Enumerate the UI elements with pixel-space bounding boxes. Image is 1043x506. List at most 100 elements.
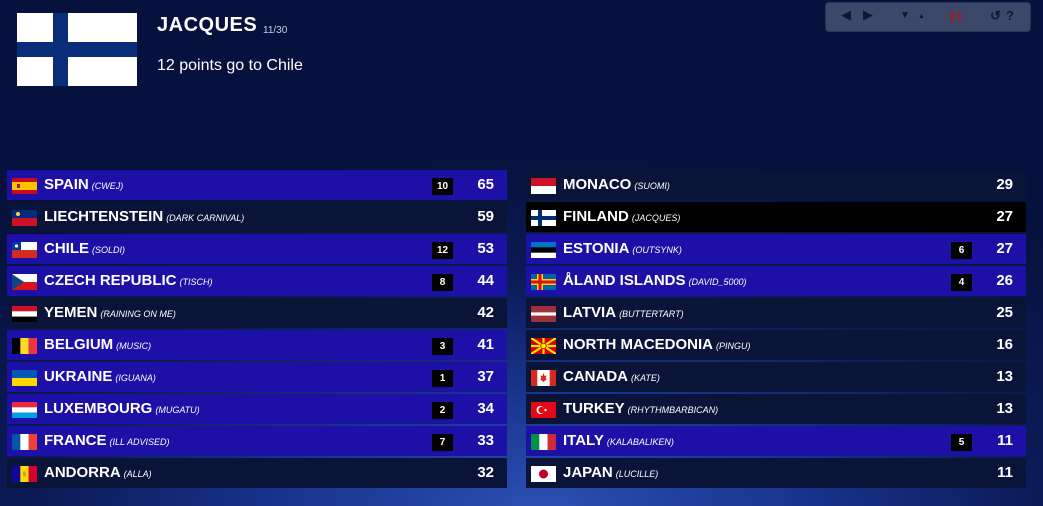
country-name: CANADA (KATE) — [563, 368, 660, 385]
total-score: 27 — [996, 240, 1013, 257]
total-score: 29 — [996, 176, 1013, 193]
next-button[interactable]: ▶ — [863, 7, 873, 23]
country-label: MONACO — [563, 176, 632, 193]
aland-flag-icon — [531, 274, 556, 290]
country-name: LATVIA (BUTTERTART) — [563, 304, 684, 321]
country-label: LIECHTENSTEIN — [44, 208, 164, 225]
total-score: 13 — [996, 368, 1013, 385]
country-label: JAPAN — [563, 464, 613, 481]
scoreboard-row: LUXEMBOURG (MUGATU) 2 34 — [7, 394, 507, 424]
country-label: ESTONIA — [563, 240, 630, 257]
country-label: FRANCE — [44, 432, 107, 449]
andorra-flag-icon — [12, 466, 37, 482]
total-score: 59 — [477, 208, 494, 225]
total-score: 27 — [996, 208, 1013, 225]
italy-flag-icon — [531, 434, 556, 450]
user-label: (SOLDI) — [92, 245, 126, 255]
user-label: (RAINING ON ME) — [100, 309, 176, 319]
points-badge: 7 — [432, 434, 453, 451]
turkey-flag-icon — [531, 402, 556, 418]
monaco-flag-icon — [531, 178, 556, 194]
help-button[interactable]: ? — [1006, 8, 1014, 23]
finland-flag-icon — [531, 210, 556, 226]
country-name: ITALY (KALABALIKEN) — [563, 432, 674, 449]
user-label: (SUOMI) — [634, 181, 670, 191]
sort-up-button[interactable]: ▲ — [918, 13, 925, 20]
previous-button[interactable]: ◀ — [841, 7, 851, 23]
playback-controls: ◀ ▶ ▼ ▲ ↺ ? — [826, 3, 1030, 31]
scoreboard-row: BELGIUM (MUSIC) 3 41 — [7, 330, 507, 360]
country-label: SPAIN — [44, 176, 89, 193]
scoreboard-row: TURKEY (RHYTHMBARBICAN) 13 — [526, 394, 1026, 424]
scoreboard-right-column: MONACO (SUOMI) 29 FINLAND (JACQUES) 27 ESTONIA… — [526, 170, 1026, 490]
country-name: SPAIN (CWEJ) — [44, 176, 123, 193]
points-badge: 1 — [432, 370, 453, 387]
total-score: 53 — [477, 240, 494, 257]
points-badge: 5 — [951, 434, 972, 451]
belgium-flag-icon — [12, 338, 37, 354]
user-label: (MUGATU) — [155, 405, 200, 415]
points-badge: 2 — [432, 402, 453, 419]
points-announcement: 12 points go to Chile — [157, 57, 303, 74]
scoreboard-row: FINLAND (JACQUES) 27 — [526, 202, 1026, 232]
czech-flag-icon — [12, 274, 37, 290]
points-badge: 4 — [951, 274, 972, 291]
country-name: MONACO (SUOMI) — [563, 176, 670, 193]
scoreboard-row: SPAIN (CWEJ) 10 65 — [7, 170, 507, 200]
total-score: 25 — [996, 304, 1013, 321]
country-name: TURKEY (RHYTHMBARBICAN) — [563, 400, 718, 417]
juror-name: JACQUES — [157, 14, 258, 36]
macedonia-flag-icon — [531, 338, 556, 354]
user-label: (LUCILLE) — [615, 469, 659, 479]
chile-flag-icon — [12, 242, 37, 258]
scoreboard-row: YEMEN (RAINING ON ME) 42 — [7, 298, 507, 328]
reset-button[interactable]: ↺ — [990, 8, 1001, 24]
total-score: 26 — [996, 272, 1013, 289]
scoreboard-row: NORTH MACEDONIA (PINGU) 16 — [526, 330, 1026, 360]
finland-flag-icon — [17, 13, 137, 86]
scoreboard-row: ANDORRA (ALLA) 32 — [7, 458, 507, 488]
sort-down-button[interactable]: ▼ — [900, 10, 910, 21]
canada-flag-icon — [531, 370, 556, 386]
pause-button[interactable] — [950, 11, 962, 23]
vote-progress: 11/30 — [263, 25, 288, 36]
points-badge: 3 — [432, 338, 453, 355]
country-label: CHILE — [44, 240, 89, 257]
country-label: CZECH REPUBLIC — [44, 272, 177, 289]
scoreboard-row: MONACO (SUOMI) 29 — [526, 170, 1026, 200]
points-badge: 8 — [432, 274, 453, 291]
user-label: (PINGU) — [716, 341, 751, 351]
country-label: TURKEY — [563, 400, 625, 417]
country-name: JAPAN (LUCILLE) — [563, 464, 658, 481]
country-label: ITALY — [563, 432, 604, 449]
user-label: (ILL ADVISED) — [109, 437, 170, 447]
country-name: CZECH REPUBLIC (TISCH) — [44, 272, 213, 289]
luxembourg-flag-icon — [12, 402, 37, 418]
country-label: CANADA — [563, 368, 628, 385]
total-score: 32 — [477, 464, 494, 481]
scoreboard-left-column: SPAIN (CWEJ) 10 65 LIECHTENSTEIN (DARK CARNIV… — [7, 170, 507, 490]
total-score: 13 — [996, 400, 1013, 417]
total-score: 33 — [477, 432, 494, 449]
scoreboard-row: JAPAN (LUCILLE) 11 — [526, 458, 1026, 488]
points-badge: 10 — [432, 178, 453, 195]
latvia-flag-icon — [531, 306, 556, 322]
user-label: (TISCH) — [179, 277, 213, 287]
country-label: FINLAND — [563, 208, 629, 225]
country-name: ÅLAND ISLANDS (DAVID_5000) — [563, 272, 747, 289]
total-score: 41 — [477, 336, 494, 353]
country-name: ESTONIA (OUTSYNK) — [563, 240, 682, 257]
country-label: ÅLAND ISLANDS — [563, 272, 686, 289]
total-score: 42 — [477, 304, 494, 321]
total-score: 11 — [997, 464, 1013, 481]
scoreboard-row: CHILE (SOLDI) 12 53 — [7, 234, 507, 264]
user-label: (DAVID_5000) — [688, 277, 747, 287]
country-name: UKRAINE (IGUANA) — [44, 368, 156, 385]
country-label: UKRAINE — [44, 368, 113, 385]
user-label: (JACQUES) — [631, 213, 681, 223]
scoreboard-row: ESTONIA (OUTSYNK) 6 27 — [526, 234, 1026, 264]
total-score: 16 — [996, 336, 1013, 353]
total-score: 44 — [477, 272, 494, 289]
liechtenstein-flag-icon — [12, 210, 37, 226]
country-label: NORTH MACEDONIA — [563, 336, 713, 353]
